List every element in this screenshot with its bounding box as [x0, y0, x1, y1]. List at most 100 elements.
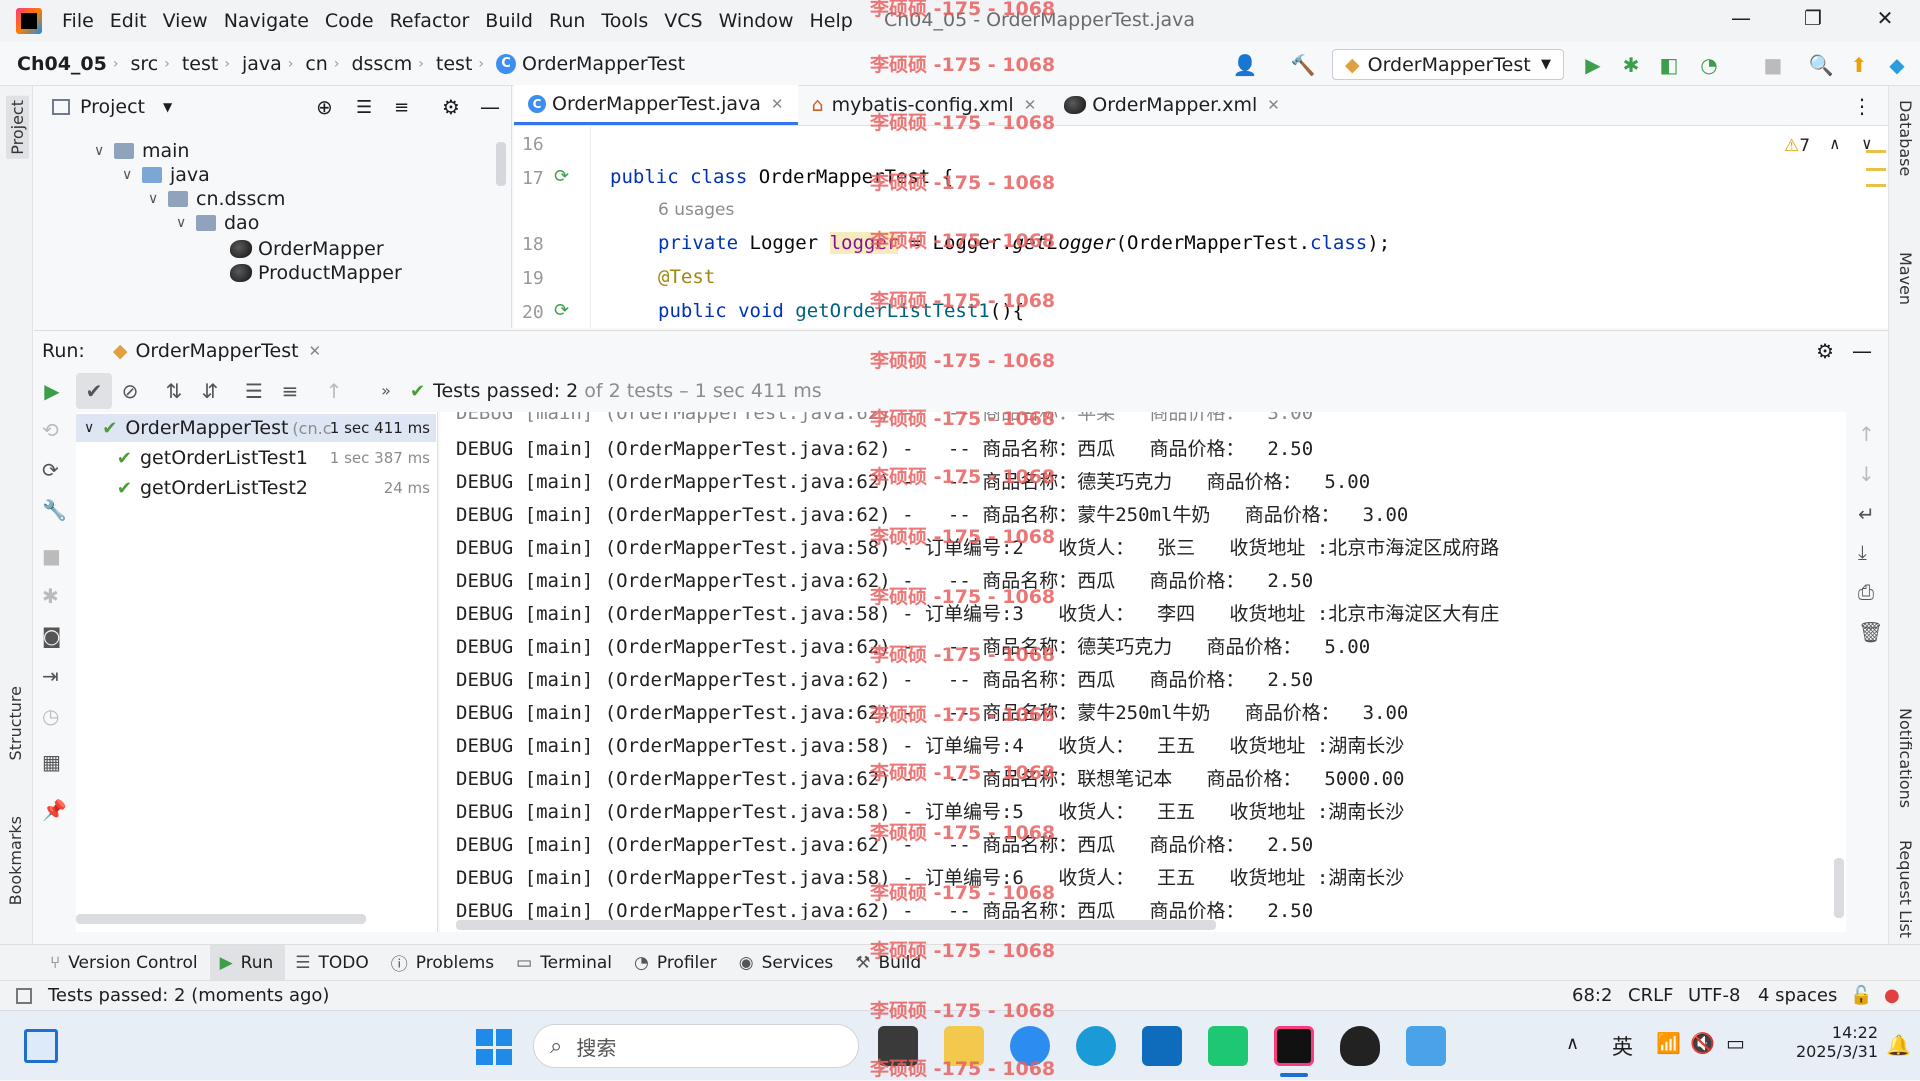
run-tab[interactable]: OrderMapperTest	[135, 340, 298, 362]
indent-setting[interactable]: 4 spaces	[1758, 985, 1837, 1006]
intellij-icon[interactable]	[1274, 1026, 1314, 1066]
toggle-auto-test-icon[interactable]: ⟳	[42, 458, 59, 482]
locate-icon[interactable]: ⊕	[316, 95, 333, 119]
tree-item-java[interactable]: ∨ java	[122, 162, 210, 188]
error-icon[interactable]: ●	[1884, 985, 1900, 1006]
debug-icon[interactable]: ✱	[1618, 52, 1644, 78]
menu-view[interactable]: View	[163, 10, 208, 32]
coverage-icon[interactable]: ◧	[1656, 52, 1682, 78]
outlook-icon[interactable]	[1142, 1026, 1182, 1066]
wifi-icon[interactable]: 📶	[1656, 1031, 1681, 1055]
code-editor[interactable]: 16 17 18 19 20 ⟳ ⟳ public class OrderMap…	[514, 126, 1888, 328]
breadcrumb-class[interactable]: OrderMapperTest	[522, 53, 685, 75]
tree-item-package[interactable]: ∨ cn.dsscm	[148, 186, 285, 212]
stop-icon[interactable]: ■	[42, 544, 61, 568]
run-configuration-select[interactable]: ◆ OrderMapperTest ▼	[1332, 49, 1564, 80]
run-test-gutter-icon[interactable]: ⟳	[554, 300, 569, 321]
tab-terminal[interactable]: ▭ Terminal	[506, 945, 624, 981]
breadcrumb-java[interactable]: java	[242, 53, 282, 75]
caret-position[interactable]: 68:2	[1572, 985, 1612, 1006]
test-case-row[interactable]: ✔ getOrderListTest1 1 sec 387 ms	[76, 444, 436, 472]
stripe-database[interactable]: Database	[1896, 100, 1915, 176]
tab-ordermapper-xml[interactable]: OrderMapper.xml ✕	[1050, 85, 1294, 125]
tab-services[interactable]: ◉ Services	[729, 945, 846, 981]
file-encoding[interactable]: UTF-8	[1688, 985, 1740, 1006]
tab-build[interactable]: ⚒ Build	[845, 945, 933, 981]
trash-icon[interactable]: 🗑	[1858, 620, 1883, 644]
pin-icon[interactable]: 📌	[42, 798, 67, 822]
menu-tools[interactable]: Tools	[601, 10, 648, 32]
console-output[interactable]: DEBUG [main] (OrderMapperTest.java:62) -…	[440, 412, 1846, 932]
run-icon[interactable]: ▶	[1580, 52, 1606, 78]
collapse-all-icon[interactable]: ≡	[394, 97, 409, 118]
tab-todo[interactable]: ☰ TODO	[285, 945, 381, 981]
collapse-all-icon[interactable]: ≡	[272, 373, 308, 409]
import-icon[interactable]: ⇥	[42, 664, 59, 688]
usages-hint[interactable]: 6 usages	[658, 200, 734, 220]
soft-wrap-icon[interactable]: ↵	[1858, 502, 1875, 526]
test-suite-row[interactable]: ∨ ✔ OrderMapperTest (cn.c 1 sec 411 ms	[76, 414, 436, 442]
status-message[interactable]: Tests passed: 2 (moments ago)	[48, 985, 329, 1006]
breadcrumb-test-pkg[interactable]: test	[436, 53, 473, 75]
stripe-notifications[interactable]: Notifications	[1896, 708, 1915, 808]
menu-run[interactable]: Run	[549, 10, 585, 32]
close-icon[interactable]: ✕	[771, 95, 784, 113]
lock-icon[interactable]: 🔓	[1850, 985, 1872, 1006]
menu-code[interactable]: Code	[325, 10, 374, 32]
tab-problems[interactable]: ⓘ Problems	[381, 945, 506, 981]
menu-refactor[interactable]: Refactor	[390, 10, 470, 32]
layout-toggle-icon[interactable]	[16, 987, 32, 1004]
minimize-button[interactable]: —	[1718, 6, 1764, 36]
stripe-bookmarks[interactable]: Bookmarks	[6, 816, 25, 905]
more-icon[interactable]: »	[368, 373, 404, 409]
stop-icon[interactable]: ■	[1760, 52, 1786, 78]
arrow-down-icon[interactable]: ↓	[1858, 462, 1875, 486]
more-vertical-icon[interactable]: ⋮	[1852, 94, 1872, 118]
tab-ordermappertest[interactable]: C OrderMapperTest.java ✕	[514, 85, 798, 125]
layout-icon[interactable]: ▦	[42, 750, 61, 774]
close-button[interactable]: ✕	[1862, 6, 1908, 36]
file-explorer-icon[interactable]	[944, 1026, 984, 1066]
test-case-row[interactable]: ✔ getOrderListTest2 24 ms	[76, 474, 436, 502]
show-passed-icon[interactable]: ✔	[76, 373, 112, 409]
build-hammer-icon[interactable]: 🔨	[1290, 52, 1316, 78]
rerun-icon[interactable]: ▶	[34, 373, 70, 409]
qq-icon[interactable]	[1340, 1026, 1380, 1066]
sort-alpha-icon[interactable]: ⇅	[156, 373, 192, 409]
menu-navigate[interactable]: Navigate	[224, 10, 309, 32]
stripe-structure[interactable]: Structure	[6, 686, 25, 760]
camera-icon[interactable]: ◙	[42, 624, 61, 648]
clock[interactable]: 14:22 2025/3/31	[1782, 1023, 1878, 1061]
show-ignored-icon[interactable]: ⊘	[112, 373, 148, 409]
stripe-request-list[interactable]: Request List	[1896, 840, 1915, 938]
widgets-icon[interactable]	[24, 1029, 58, 1063]
chevron-up-icon[interactable]: ∧	[1566, 1033, 1579, 1054]
notification-bell-icon[interactable]: 🔔	[1886, 1033, 1911, 1057]
breadcrumb-test[interactable]: test	[182, 53, 219, 75]
menu-build[interactable]: Build	[485, 10, 533, 32]
project-panel-title[interactable]: Project	[80, 96, 145, 118]
hide-icon[interactable]: —	[1852, 339, 1872, 363]
breadcrumb-dsscm[interactable]: dsscm	[351, 53, 412, 75]
chevron-down-icon[interactable]: ▼	[163, 100, 172, 114]
menu-window[interactable]: Window	[719, 10, 794, 32]
line-separator[interactable]: CRLF	[1628, 985, 1673, 1006]
tree-item-ordermapper[interactable]: OrderMapper	[230, 236, 384, 262]
app-icon[interactable]	[878, 1026, 918, 1066]
volume-mute-icon[interactable]: 🔇	[1690, 1031, 1715, 1055]
expand-all-icon[interactable]: ☰	[236, 373, 272, 409]
start-button-icon[interactable]	[476, 1029, 512, 1065]
menu-file[interactable]: File	[62, 10, 94, 32]
horizontal-scrollbar[interactable]	[456, 920, 1216, 930]
notepad-icon[interactable]	[1406, 1026, 1446, 1066]
profile-icon[interactable]: ◔	[1696, 52, 1722, 78]
history-icon[interactable]: ◷	[42, 704, 59, 728]
tree-item-main[interactable]: ∨ main	[94, 138, 189, 164]
warnings-indicator[interactable]: ⚠7	[1784, 136, 1810, 156]
battery-icon[interactable]: ▭	[1726, 1031, 1745, 1055]
tree-item-productmapper[interactable]: ProductMapper	[230, 260, 402, 286]
search-icon[interactable]: 🔍	[1808, 52, 1834, 78]
rerun-failed-icon[interactable]: ⟲	[42, 418, 59, 442]
tab-run[interactable]: ▶ Run	[209, 944, 286, 981]
scrollbar[interactable]	[76, 914, 366, 924]
